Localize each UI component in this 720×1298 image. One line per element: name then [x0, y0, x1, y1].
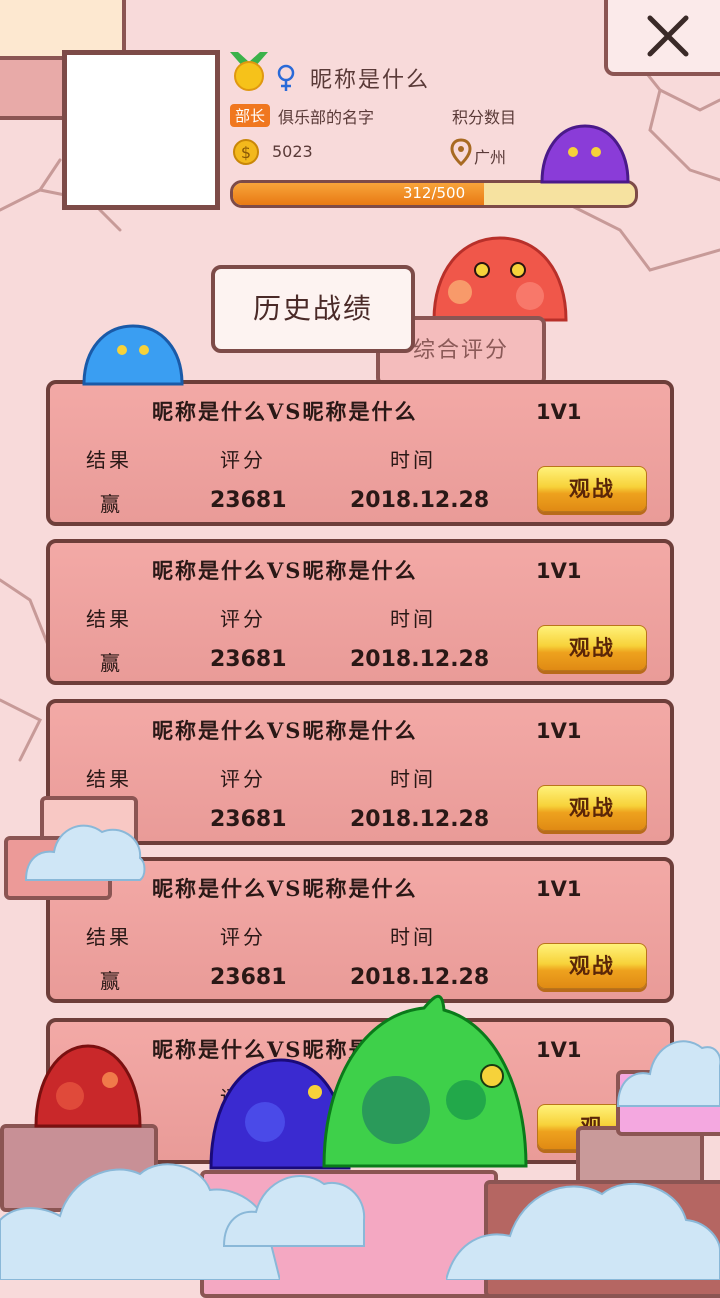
- result-header: 结果: [86, 607, 132, 631]
- match-title: 昵称是什么VS昵称是什么: [152, 718, 418, 743]
- club-name: 俱乐部的名字: [278, 108, 375, 127]
- result-header: 结果: [86, 767, 132, 791]
- score-value: 23681: [210, 488, 287, 513]
- time-header: 时间: [390, 448, 436, 472]
- green-slime: [322, 994, 528, 1168]
- experience-progress: 312/500: [230, 180, 638, 208]
- score-value: 23681: [210, 647, 287, 672]
- tab-history[interactable]: 历史战绩: [211, 265, 415, 353]
- score-header: 评分: [220, 607, 266, 631]
- time-value: 2018.12.28: [350, 647, 490, 672]
- cloud: [446, 1182, 720, 1280]
- match-title: 昵称是什么VS昵称是什么: [152, 399, 418, 424]
- result-value: 赢: [100, 651, 120, 675]
- purple-slime: [540, 124, 630, 184]
- nickname: 昵称是什么: [310, 68, 431, 93]
- time-value: 2018.12.28: [350, 965, 490, 990]
- watch-button[interactable]: 观战: [537, 785, 647, 831]
- close-icon: [647, 15, 689, 57]
- cloud: [616, 1040, 720, 1107]
- match-mode: 1V1: [536, 1038, 582, 1062]
- watch-button[interactable]: 观战: [537, 625, 647, 671]
- result-value: 赢: [100, 969, 120, 993]
- time-value: 2018.12.28: [350, 488, 490, 513]
- record-card: 昵称是什么VS昵称是什么 1V1 结果 评分 时间赢 23681 2018.12.28 观战: [46, 380, 674, 526]
- match-mode: 1V1: [536, 877, 582, 901]
- match-mode: 1V1: [536, 400, 582, 424]
- time-value: 2018.12.28: [350, 807, 490, 832]
- time-header: 时间: [390, 607, 436, 631]
- time-header: 时间: [390, 925, 436, 949]
- score-header: 评分: [220, 925, 266, 949]
- match-title: 昵称是什么VS昵称是什么: [152, 558, 418, 583]
- score-value: 23681: [210, 807, 287, 832]
- close-button[interactable]: [604, 0, 720, 76]
- result-header: 结果: [86, 448, 132, 472]
- points-label: 积分数目: [452, 108, 517, 127]
- match-title: 昵称是什么VS昵称是什么: [152, 876, 418, 901]
- location-icon: [450, 138, 472, 166]
- score-header: 评分: [220, 448, 266, 472]
- medal-icon: [230, 52, 268, 91]
- watch-button[interactable]: 观战: [537, 466, 647, 512]
- match-mode: 1V1: [536, 719, 582, 743]
- result-value: 赢: [100, 492, 120, 516]
- cloud: [222, 1175, 366, 1247]
- female-icon: [277, 64, 295, 91]
- result-header: 结果: [86, 925, 132, 949]
- avatar[interactable]: [62, 50, 220, 210]
- coin-count: 5023: [272, 142, 313, 161]
- svg-text:$: $: [241, 143, 251, 162]
- red-slime: [432, 236, 568, 322]
- score-header: 评分: [220, 767, 266, 791]
- blue-slime: [82, 324, 184, 386]
- city: 广州: [474, 148, 507, 167]
- cloud: [24, 824, 146, 881]
- match-mode: 1V1: [536, 559, 582, 583]
- watch-button[interactable]: 观战: [537, 943, 647, 989]
- coin-icon: $: [233, 139, 259, 165]
- dark-red-slime: [34, 1044, 142, 1128]
- score-value: 23681: [210, 965, 287, 990]
- time-header: 时间: [390, 767, 436, 791]
- progress-text: 312/500: [402, 184, 466, 202]
- record-card: 昵称是什么VS昵称是什么 1V1 结果 评分 时间赢 23681 2018.12.28 观战: [46, 539, 674, 685]
- role-badge: 部长: [230, 104, 271, 127]
